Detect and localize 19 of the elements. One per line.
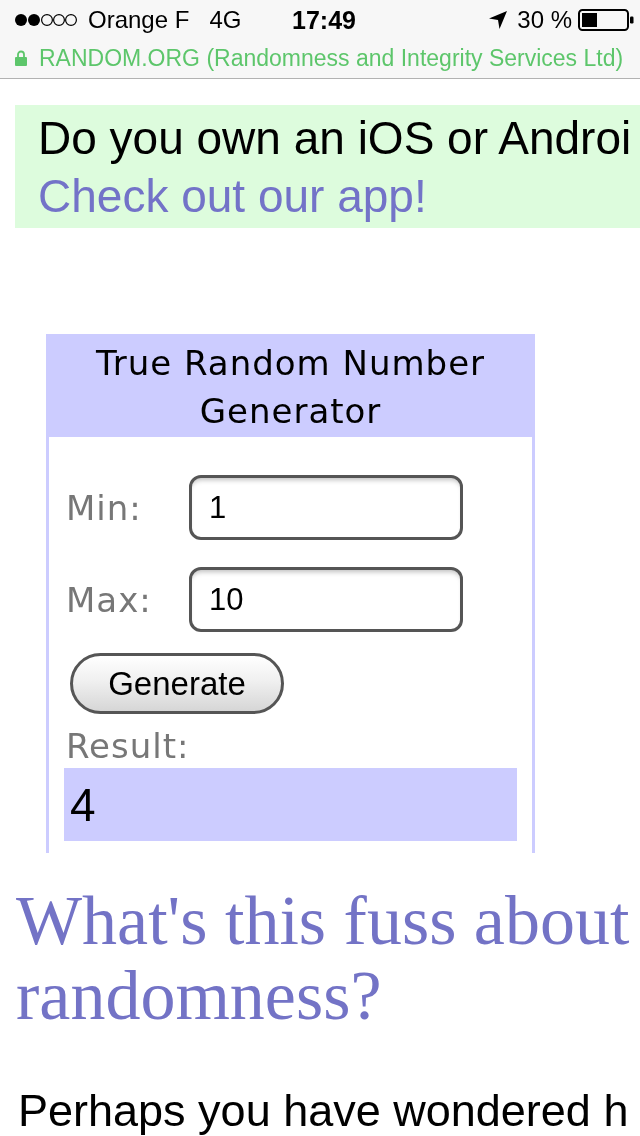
network-type: 4G xyxy=(209,6,242,34)
field-label: Min: xyxy=(65,487,143,528)
number-field[interactable]: 1 xyxy=(189,475,463,540)
app-link[interactable]: Check out our app! xyxy=(38,167,427,225)
signal-strength-icon xyxy=(14,13,78,27)
banner-text: Do you own an iOS or Androi xyxy=(38,111,633,166)
battery-percent: 30 % xyxy=(517,6,572,34)
carrier-name: Orange F xyxy=(88,6,190,34)
result-label: Result: xyxy=(65,726,191,766)
paragraph-text: Perhaps you have wondered h xyxy=(18,1086,630,1136)
clock-time: 17:49 xyxy=(292,5,356,35)
result-output: 4 xyxy=(64,768,517,841)
generator-title: True Random Number Generator xyxy=(46,334,535,437)
number-field[interactable]: 10 xyxy=(189,567,463,632)
generate-button[interactable]: Generate xyxy=(70,653,284,714)
section-heading: What's this fuss about randomness? xyxy=(16,883,631,1033)
battery-icon xyxy=(578,9,634,31)
location-arrow-icon xyxy=(489,11,508,29)
field-label: Max: xyxy=(65,579,153,620)
